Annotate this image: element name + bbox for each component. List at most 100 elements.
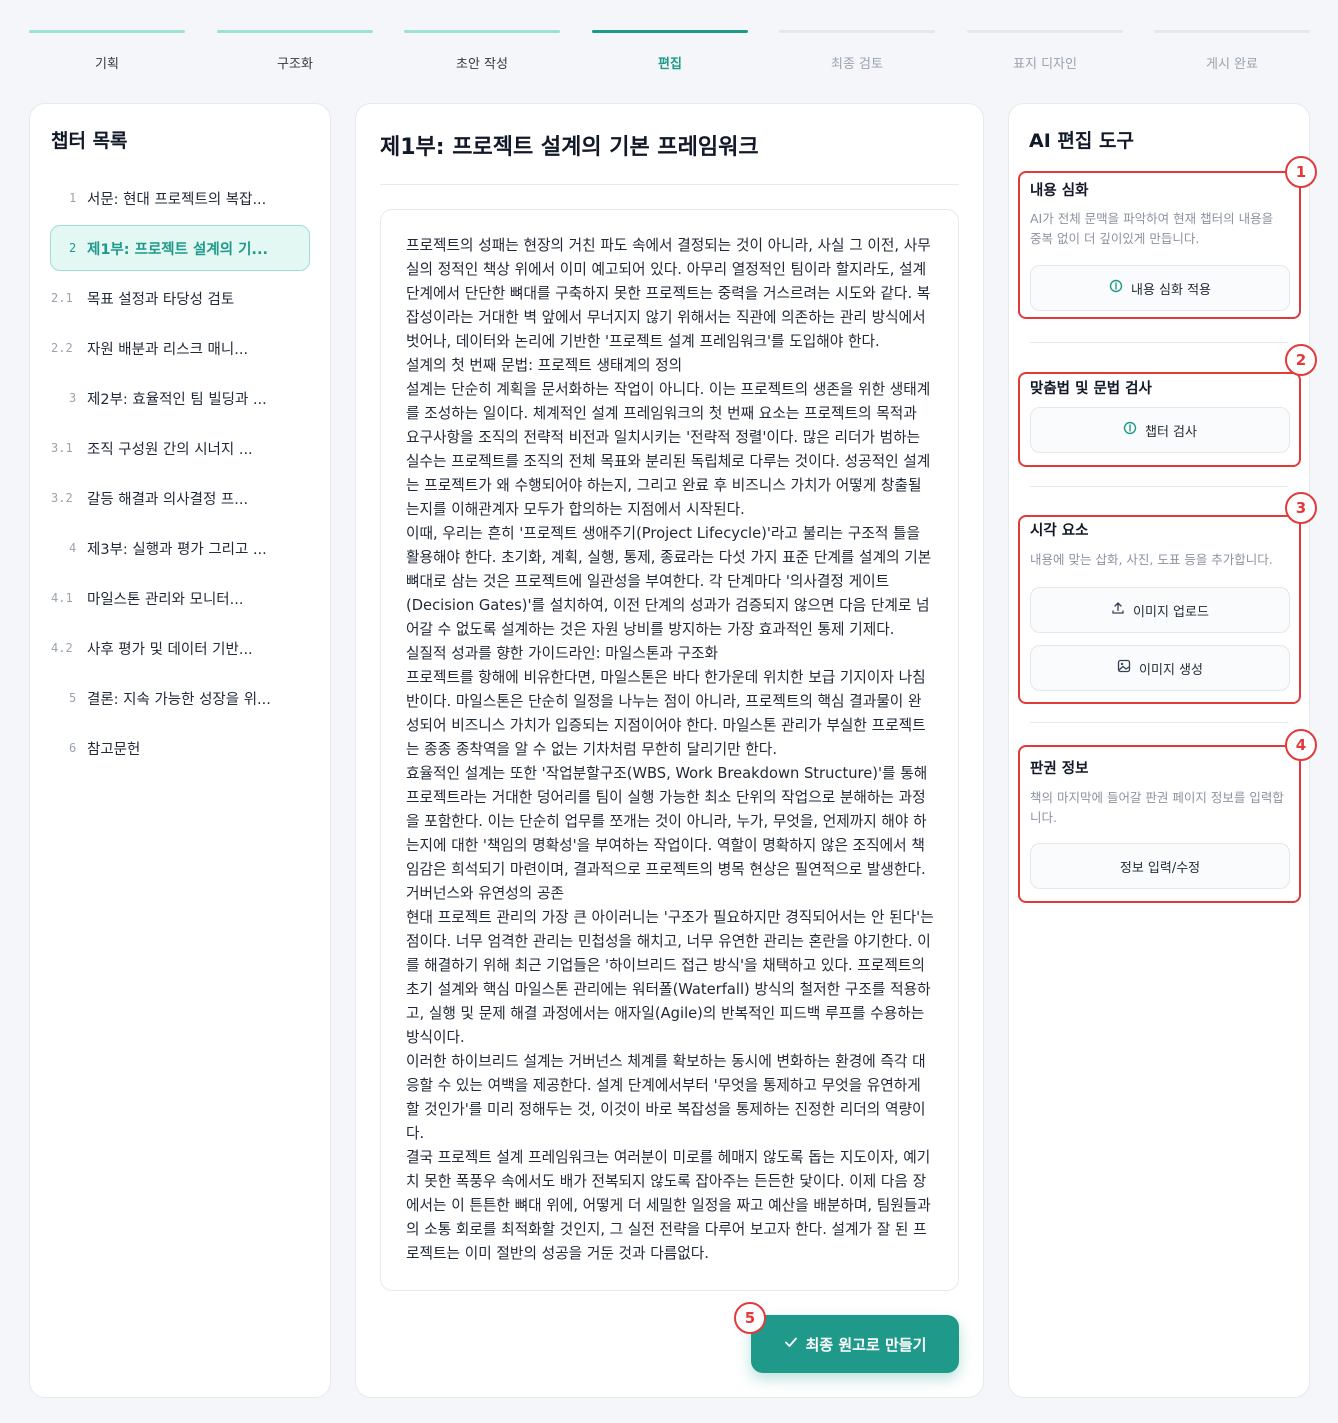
chapter-label: 결론: 지속 가능한 성장을 위... bbox=[87, 691, 271, 708]
editor-paragraph: 현대 프로젝트 관리의 가장 큰 아이러니는 '구조가 필요하지만 경직되어서는… bbox=[406, 909, 934, 1046]
step-label: 구조화 bbox=[277, 57, 313, 72]
edit-copyright-label: 정보 입력/수정 bbox=[1119, 860, 1201, 876]
step-6[interactable]: 표지 디자인 bbox=[967, 30, 1123, 72]
divider bbox=[380, 184, 959, 185]
chapter-number: 3.1 bbox=[51, 441, 73, 455]
tool-deepen-desc: AI가 전체 문맥을 파악하여 현재 챕터의 내용을 중복 없이 더 깊이있게 … bbox=[1030, 211, 1274, 246]
upload-image-button[interactable]: 이미지 업로드 bbox=[1030, 587, 1290, 633]
chapter-number: 4 bbox=[69, 541, 77, 555]
tool-deepen-title: 내용 심화 bbox=[1030, 183, 1089, 199]
chapter-label: 서문: 현대 프로젝트의 복잡... bbox=[87, 191, 267, 208]
upload-icon bbox=[1111, 601, 1125, 619]
chapter-item[interactable]: 4 제3부: 실행과 평가 그리고 ... bbox=[50, 525, 310, 571]
step-label: 편집 bbox=[658, 57, 682, 72]
annotation-badge-5: 5 bbox=[734, 1302, 766, 1334]
editor-paragraph: 효율적인 설계는 또한 '작업분할구조(WBS, Work Breakdown … bbox=[406, 765, 928, 878]
chapter-item[interactable]: 5 결론: 지속 가능한 성장을 위... bbox=[50, 675, 310, 721]
step-label: 초안 작성 bbox=[456, 57, 508, 72]
generate-image-label: 이미지 생성 bbox=[1139, 662, 1203, 678]
divider bbox=[1030, 486, 1288, 487]
chapter-number: 3.2 bbox=[51, 491, 73, 505]
tool-copyright-section: 판권 정보 책의 마지막에 들어갈 판권 페이지 정보를 입력합니다. 정보 입… bbox=[1018, 745, 1301, 903]
chapter-number: 4.2 bbox=[51, 641, 73, 655]
chapter-number: 5 bbox=[69, 691, 77, 705]
chapter-label: 사후 평가 및 데이터 기반... bbox=[87, 641, 253, 658]
tool-visual-desc: 내용에 맞는 삽화, 사진, 도표 등을 추가합니다. bbox=[1030, 552, 1273, 567]
chapter-label: 목표 설정과 타당성 검토 bbox=[87, 291, 235, 308]
editor-paragraph: 설계는 단순히 계획을 문서화하는 작업이 아니다. 이는 프로젝트의 생존을 … bbox=[406, 381, 931, 518]
step-progress-bar bbox=[1154, 30, 1310, 33]
tool-deepen-section: 내용 심화 AI가 전체 문맥을 파악하여 현재 챕터의 내용을 중복 없이 더… bbox=[1018, 171, 1301, 319]
make-final-manuscript-button[interactable]: 최종 원고로 만들기 bbox=[751, 1315, 959, 1373]
chapter-number: 1 bbox=[69, 191, 77, 205]
check-icon bbox=[784, 1335, 798, 1353]
chapter-item[interactable]: 4.2 사후 평가 및 데이터 기반... bbox=[50, 625, 310, 671]
upload-image-label: 이미지 업로드 bbox=[1133, 604, 1209, 620]
chapter-item[interactable]: 6 참고문헌 bbox=[50, 725, 310, 771]
step-progress-bar bbox=[967, 30, 1123, 33]
chapter-label: 자원 배분과 리스크 매니... bbox=[87, 341, 249, 358]
chapter-number: 2.1 bbox=[51, 291, 73, 305]
annotation-badge-4: 4 bbox=[1285, 729, 1317, 761]
chapter-label: 참고문헌 bbox=[87, 741, 141, 758]
step-progress-bar bbox=[404, 30, 560, 33]
apply-deepen-label: 내용 심화 적용 bbox=[1130, 282, 1212, 298]
step-label: 게시 완료 bbox=[1206, 57, 1258, 72]
step-4[interactable]: 편집 bbox=[592, 30, 748, 72]
step-7[interactable]: 게시 완료 bbox=[1154, 30, 1310, 72]
chapter-item[interactable]: 2 제1부: 프로젝트 설계의 기... bbox=[50, 225, 310, 271]
editor-panel: 제1부: 프로젝트 설계의 기본 프레임워크 프로젝트의 성패는 현장의 거친 … bbox=[355, 103, 984, 1398]
chapter-item[interactable]: 3.2 갈등 해결과 의사결정 프... bbox=[50, 475, 310, 521]
check-chapter-label: 챕터 검사 bbox=[1145, 424, 1197, 440]
divider bbox=[1030, 722, 1288, 723]
chapter-number: 4.1 bbox=[51, 591, 73, 605]
chapter-list: 1 서문: 현대 프로젝트의 복잡... 2 제1부: 프로젝트 설계의 기... 2.… bbox=[50, 175, 310, 775]
editor-paragraph: 프로젝트의 성패는 현장의 거친 파도 속에서 결정되는 것이 아니라, 사실 … bbox=[406, 237, 931, 350]
make-final-label: 최종 원고로 만들기 bbox=[805, 1335, 927, 1354]
check-chapter-button[interactable]: 챕터 검사 bbox=[1030, 407, 1290, 453]
chapter-item[interactable]: 3 제2부: 효율적인 팀 빌딩과 ... bbox=[50, 375, 310, 421]
chapter-item[interactable]: 1 서문: 현대 프로젝트의 복잡... bbox=[50, 175, 310, 221]
chapter-number: 3 bbox=[69, 391, 77, 405]
image-icon bbox=[1117, 659, 1131, 677]
step-progress-bar bbox=[779, 30, 935, 33]
step-1[interactable]: 기획 bbox=[29, 30, 185, 72]
step-3[interactable]: 초안 작성 bbox=[404, 30, 560, 72]
step-5[interactable]: 최종 검토 bbox=[779, 30, 935, 72]
chapter-label: 갈등 해결과 의사결정 프... bbox=[87, 491, 249, 508]
step-progress-bar bbox=[592, 30, 748, 33]
tool-visual-title: 시각 요소 bbox=[1030, 523, 1089, 539]
annotation-badge-2: 2 bbox=[1285, 344, 1317, 376]
ai-tools-title: AI 편집 도구 bbox=[1029, 130, 1134, 152]
chapter-item[interactable]: 3.1 조직 구성원 간의 시너지 ... bbox=[50, 425, 310, 471]
tool-spellcheck-title: 맞춤법 및 문법 검사 bbox=[1030, 381, 1152, 397]
tool-spellcheck-section: 맞춤법 및 문법 검사 챕터 검사 bbox=[1018, 372, 1301, 467]
editor-paragraph: 이때, 우리는 흔히 '프로젝트 생애주기(Project Lifecycle)… bbox=[406, 525, 932, 638]
chapter-item[interactable]: 2.1 목표 설정과 타당성 검토 bbox=[50, 275, 310, 321]
ai-sparkle-icon bbox=[1109, 279, 1123, 297]
annotation-badge-1: 1 bbox=[1285, 156, 1317, 188]
editor-paragraph: 이러한 하이브리드 설계는 거버넌스 체계를 확보하는 동시에 변화하는 환경에… bbox=[406, 1053, 926, 1142]
step-2[interactable]: 구조화 bbox=[217, 30, 373, 72]
chapter-text-editor[interactable]: 프로젝트의 성패는 현장의 거친 파도 속에서 결정되는 것이 아니라, 사실 … bbox=[380, 209, 959, 1291]
edit-copyright-button[interactable]: 정보 입력/수정 bbox=[1030, 843, 1290, 889]
chapter-number: 2 bbox=[69, 241, 77, 255]
generate-image-button[interactable]: 이미지 생성 bbox=[1030, 645, 1290, 691]
editor-paragraph: 설계의 첫 번째 문법: 프로젝트 생태계의 정의 bbox=[406, 357, 683, 374]
step-label: 최종 검토 bbox=[831, 57, 883, 72]
editor-paragraph: 실질적 성과를 향한 가이드라인: 마일스톤과 구조화 bbox=[406, 645, 719, 662]
chapter-label: 제2부: 효율적인 팀 빌딩과 ... bbox=[87, 391, 267, 408]
chapter-item[interactable]: 4.1 마일스톤 관리와 모니터... bbox=[50, 575, 310, 621]
step-progress-bar bbox=[29, 30, 185, 33]
annotation-badge-3: 3 bbox=[1285, 492, 1317, 524]
step-label: 표지 디자인 bbox=[1013, 57, 1077, 72]
chapter-number: 6 bbox=[69, 741, 77, 755]
chapter-label: 제3부: 실행과 평가 그리고 ... bbox=[87, 541, 267, 558]
step-label: 기획 bbox=[95, 57, 119, 72]
progress-stepper: 기획 구조화 초안 작성 편집 최종 검토 표지 디자인 게시 완료 bbox=[29, 30, 1310, 74]
apply-deepen-button[interactable]: 내용 심화 적용 bbox=[1030, 265, 1290, 311]
chapter-title: 제1부: 프로젝트 설계의 기본 프레임워크 bbox=[380, 135, 759, 160]
chapter-item[interactable]: 2.2 자원 배분과 리스크 매니... bbox=[50, 325, 310, 371]
chapter-label: 조직 구성원 간의 시너지 ... bbox=[87, 441, 253, 458]
chapter-label: 제1부: 프로젝트 설계의 기... bbox=[87, 241, 268, 258]
